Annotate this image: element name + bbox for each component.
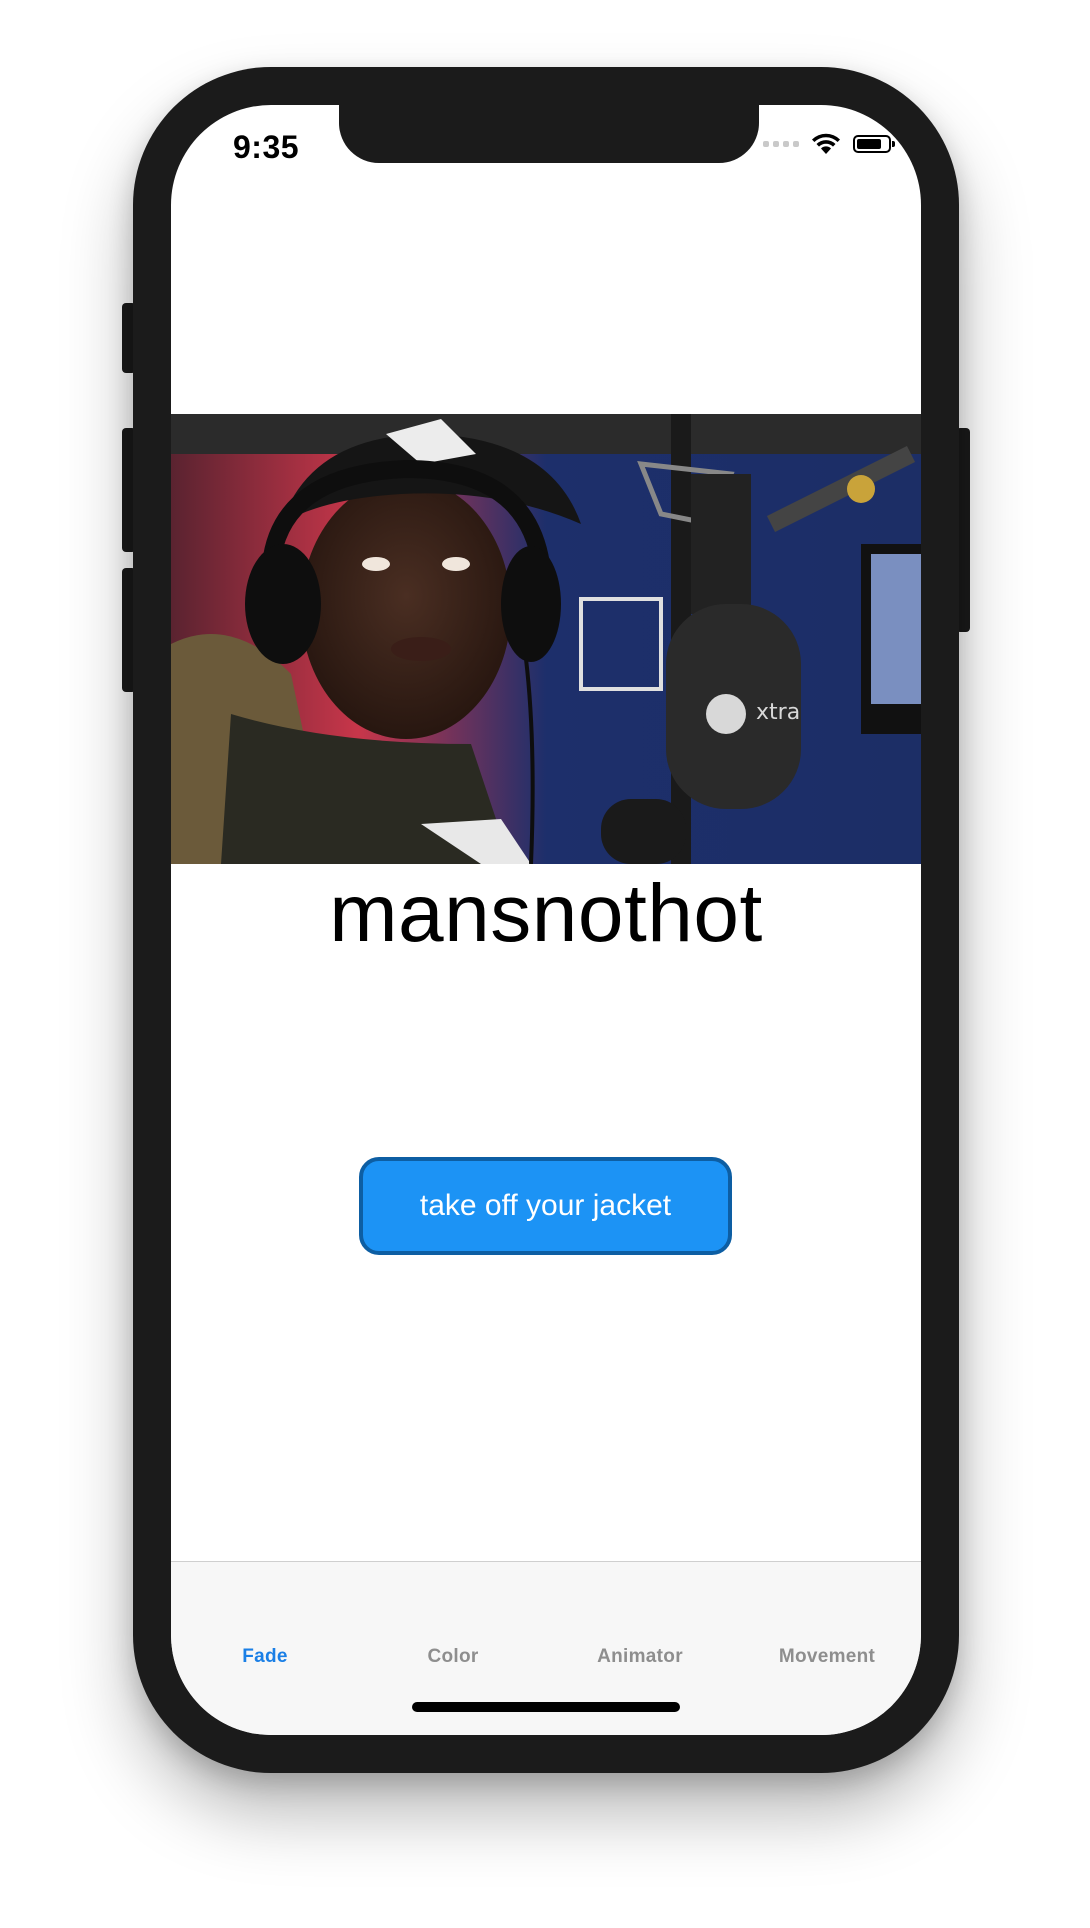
artist-photo: xtra [171, 414, 921, 864]
battery-icon [853, 135, 895, 153]
take-off-jacket-button[interactable]: take off your jacket [359, 1157, 732, 1255]
cellular-signal-icon [763, 141, 799, 147]
page-title: mansnothot [329, 868, 763, 959]
status-icons [763, 133, 895, 155]
photo-image: xtra [171, 414, 921, 864]
home-indicator[interactable] [412, 1702, 680, 1712]
tab-color[interactable]: Color [359, 1646, 547, 1668]
wifi-icon [812, 133, 840, 154]
tab-fade[interactable]: Fade [171, 1646, 359, 1668]
tab-movement[interactable]: Movement [733, 1646, 921, 1668]
svg-text:xtra: xtra [756, 700, 800, 725]
notch [339, 105, 759, 163]
device-stage: 9:35 xtra mansnothot take off your jacke… [0, 0, 1090, 1928]
status-time: 9:35 [233, 129, 300, 165]
screen: 9:35 xtra mansnothot take off your jacke… [171, 105, 921, 1735]
tab-animator[interactable]: Animator [546, 1646, 734, 1668]
